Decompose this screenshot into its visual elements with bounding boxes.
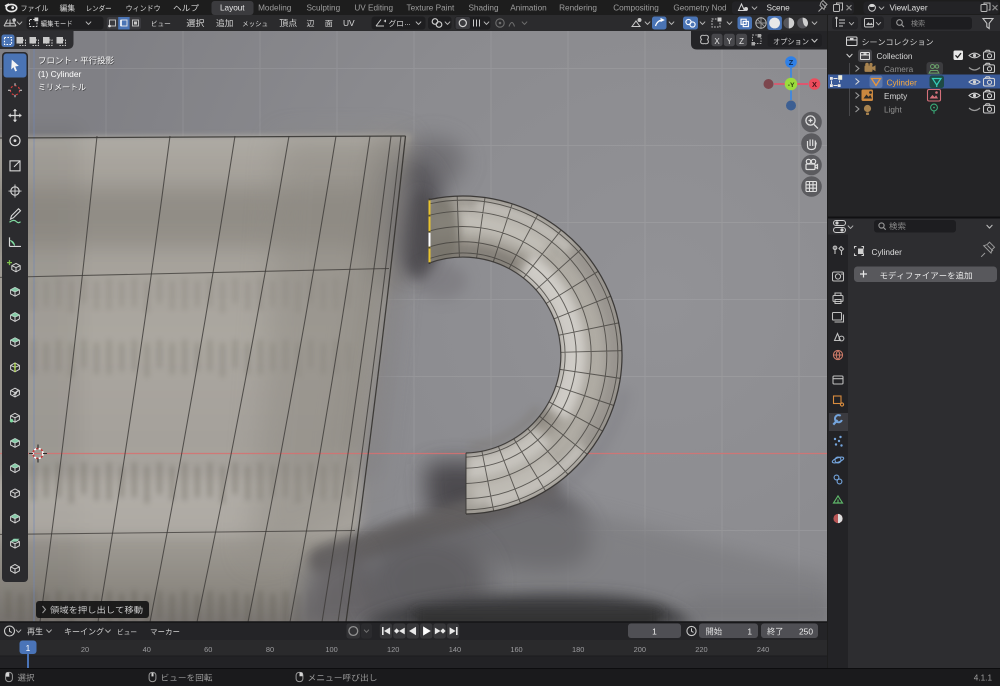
svg-text:Rendering: Rendering: [559, 4, 597, 13]
svg-text:220: 220: [695, 645, 707, 654]
svg-text:60: 60: [204, 645, 212, 654]
svg-text:Animation: Animation: [510, 4, 547, 13]
svg-text:1: 1: [747, 626, 752, 636]
svg-text:...: ...: [405, 18, 411, 27]
svg-text:X: X: [714, 37, 720, 46]
svg-text:160: 160: [510, 645, 522, 654]
svg-text:Modeling: Modeling: [258, 4, 292, 13]
svg-text:X: X: [812, 80, 817, 89]
svg-text:Empty: Empty: [884, 92, 908, 101]
svg-text:Z: Z: [739, 37, 744, 46]
svg-text:140: 140: [449, 645, 461, 654]
svg-text:UV Editing: UV Editing: [354, 4, 393, 13]
svg-text:(1) Cylinder: (1) Cylinder: [38, 69, 81, 79]
svg-text:200: 200: [634, 645, 646, 654]
svg-text:80: 80: [266, 645, 274, 654]
svg-text:Z: Z: [789, 58, 794, 67]
svg-text:Camera: Camera: [884, 65, 914, 74]
svg-text:240: 240: [757, 645, 769, 654]
svg-text:250: 250: [799, 626, 813, 636]
svg-text:40: 40: [143, 645, 151, 654]
svg-text:Scene: Scene: [767, 4, 791, 13]
svg-text:180: 180: [572, 645, 584, 654]
svg-text:120: 120: [387, 645, 399, 654]
svg-text:1: 1: [26, 643, 31, 653]
svg-text:ViewLayer: ViewLayer: [890, 4, 928, 13]
svg-text:Cylinder: Cylinder: [887, 77, 918, 87]
svg-text:Geometry Nod: Geometry Nod: [673, 4, 727, 13]
svg-text:Texture Paint: Texture Paint: [407, 4, 456, 13]
svg-text:UV: UV: [343, 18, 355, 28]
svg-text:4.1.1: 4.1.1: [974, 674, 993, 683]
svg-text:Light: Light: [884, 106, 902, 115]
svg-text:Compositing: Compositing: [613, 4, 659, 13]
svg-text:Cylinder: Cylinder: [872, 247, 903, 257]
svg-text:1: 1: [652, 626, 657, 636]
svg-text:20: 20: [81, 645, 89, 654]
svg-text:Y: Y: [727, 37, 733, 46]
svg-text:Sculpting: Sculpting: [306, 4, 340, 13]
svg-text:-Y: -Y: [788, 82, 795, 89]
svg-text:Layout: Layout: [220, 4, 245, 13]
svg-text:Shading: Shading: [468, 4, 498, 13]
svg-text:100: 100: [325, 645, 337, 654]
svg-text:Collection: Collection: [877, 52, 913, 61]
